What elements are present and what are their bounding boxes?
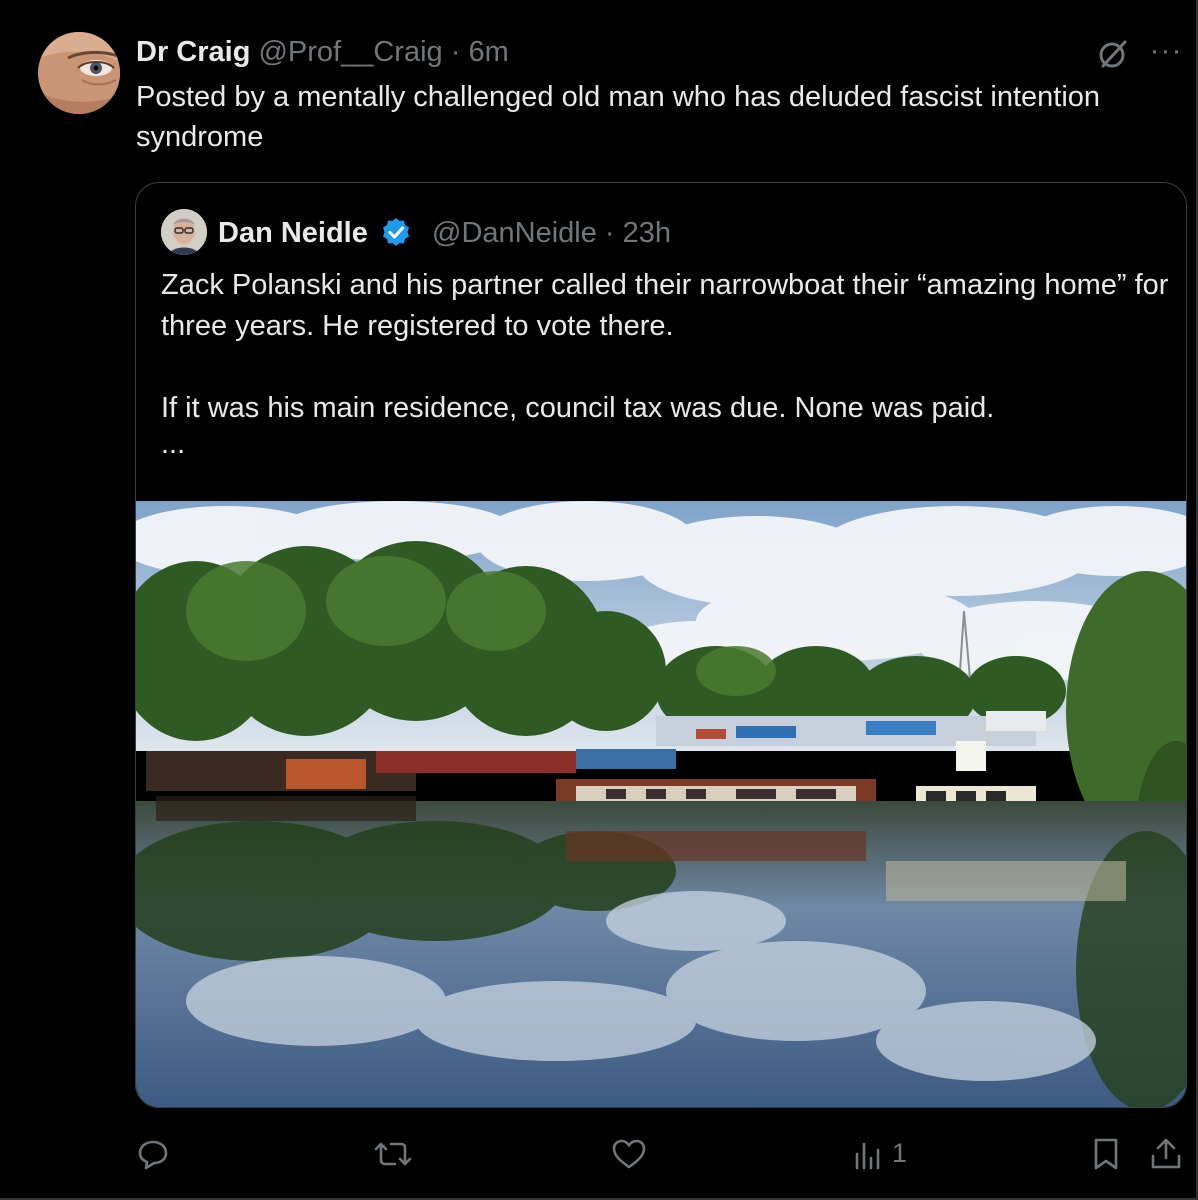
quoted-paragraph-1: Zack Polanski and his partner called the…	[161, 269, 1169, 342]
views-icon[interactable]	[853, 1136, 885, 1172]
author-handle[interactable]: @Prof__Craig	[258, 36, 442, 68]
action-bar	[0, 1130, 1198, 1180]
narrowboats-marina-photo[interactable]	[136, 501, 1186, 1107]
author-line: Dr Craig @Prof__Craig · 6m	[136, 32, 509, 72]
reply-icon[interactable]	[135, 1136, 171, 1172]
quoted-post-text: Zack Polanski and his partner called the…	[161, 265, 1171, 459]
quoted-post[interactable]: Dan Neidle @DanNeidle · 23h Zack Polansk…	[135, 182, 1187, 1108]
quoted-paragraph-2: If it was his main residence, council ta…	[161, 392, 995, 424]
views-count: 1	[892, 1138, 908, 1168]
post-time[interactable]: 6m	[468, 36, 508, 68]
post-text: Posted by a mentally challenged old man …	[136, 81, 1101, 153]
quoted-author-name: Dan Neidle	[218, 217, 368, 249]
share-icon[interactable]	[1149, 1136, 1183, 1172]
quoted-separator-dot: ·	[604, 217, 615, 249]
quoted-author-handle: @DanNeidle	[432, 217, 597, 249]
bookmark-icon[interactable]	[1090, 1136, 1122, 1172]
grok-icon[interactable]	[1095, 36, 1131, 72]
repost-icon[interactable]	[373, 1136, 413, 1172]
quoted-post-time: 23h	[622, 217, 672, 249]
author-name[interactable]: Dr Craig	[136, 36, 250, 68]
author-avatar[interactable]	[38, 32, 120, 114]
separator-dot: ·	[450, 36, 461, 68]
like-icon[interactable]	[611, 1136, 647, 1172]
more-options-icon[interactable]: ···	[1148, 36, 1184, 72]
quoted-truncation: ...	[161, 428, 186, 460]
quoted-author-line: Dan Neidle @DanNeidle · 23h	[218, 213, 671, 253]
quoted-author-avatar	[161, 209, 207, 255]
verified-badge-icon	[380, 216, 412, 248]
